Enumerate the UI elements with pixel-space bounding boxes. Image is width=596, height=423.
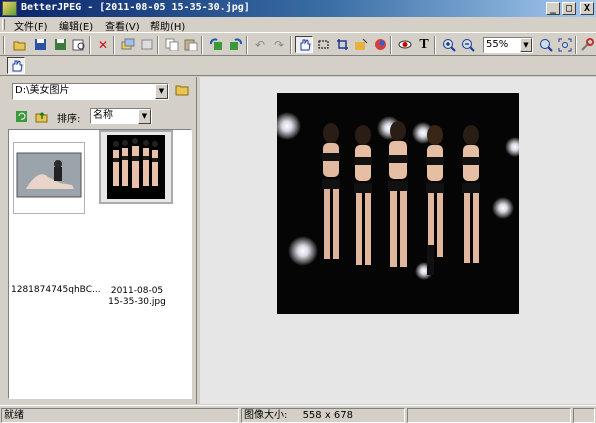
- select-tool-icon[interactable]: [314, 36, 332, 53]
- minimize-button[interactable]: _: [546, 2, 560, 15]
- fit-window-icon[interactable]: [556, 36, 574, 53]
- open-icon[interactable]: [11, 36, 29, 53]
- status-bar: 就绪 图像大小: 558 x 678: [0, 405, 596, 423]
- print-preview-icon[interactable]: [70, 36, 88, 53]
- maximize-button[interactable]: □: [562, 2, 576, 15]
- thumbnail-label-line2: 15-35-30.jpg: [108, 297, 166, 307]
- chevron-down-icon[interactable]: ▼: [520, 38, 532, 52]
- red-eye-icon[interactable]: [396, 36, 414, 53]
- sort-label: 排序:: [57, 114, 81, 125]
- menu-edit[interactable]: 编辑(E): [59, 18, 93, 33]
- browse-folder-icon[interactable]: [174, 83, 190, 98]
- crop-icon[interactable]: [333, 36, 351, 53]
- zoom-in-icon[interactable]: [440, 36, 458, 53]
- status-empty: [407, 408, 571, 423]
- undo-icon[interactable]: ↶: [251, 36, 269, 53]
- status-ready: 就绪: [1, 408, 239, 423]
- folder-path-combo[interactable]: D:\美女图片 ▼: [12, 83, 169, 100]
- save-as-icon[interactable]: [51, 36, 69, 53]
- secondary-toolbar: [0, 56, 596, 76]
- settings-icon[interactable]: [578, 36, 596, 53]
- copy-icon[interactable]: [163, 36, 181, 53]
- main-image[interactable]: [277, 93, 519, 314]
- rotate-left-icon[interactable]: [207, 36, 225, 53]
- sort-row: 排序: 名称 ▼: [10, 107, 190, 127]
- sort-select[interactable]: 名称 ▼: [90, 108, 152, 124]
- zoom-out-icon[interactable]: [459, 36, 477, 53]
- chevron-down-icon[interactable]: ▼: [138, 109, 151, 124]
- thumbnail-list[interactable]: 1281874745qhBC... 2011-08-05 15-35-30.jp…: [8, 129, 192, 399]
- thumbnail-image: [16, 152, 82, 198]
- paste-icon[interactable]: [182, 36, 200, 53]
- thumbnail-label: 1281874745qhBC...: [11, 285, 101, 295]
- redo-icon[interactable]: ↷: [270, 36, 288, 53]
- rotate-right-icon[interactable]: [227, 36, 245, 53]
- close-button[interactable]: X: [580, 2, 594, 15]
- menu-help[interactable]: 帮助(H): [150, 18, 185, 33]
- zoom-value: 55%: [486, 39, 509, 50]
- delete-icon[interactable]: ✕: [94, 36, 112, 53]
- refresh-icon[interactable]: [12, 108, 30, 125]
- image-size-value: 558 x 678: [302, 410, 354, 421]
- save-icon[interactable]: [31, 36, 49, 53]
- hand-tool-icon[interactable]: [7, 57, 25, 74]
- batch-icon[interactable]: [119, 36, 137, 53]
- thumbnail-image: [107, 135, 165, 199]
- thumbnail-item-selected[interactable]: [99, 130, 173, 204]
- window-title: BetterJPEG - [2011-08-05 15-35-30.jpg]: [21, 2, 250, 13]
- zoom-select[interactable]: 55% ▼: [483, 37, 533, 53]
- thumbnail-label-line1: 2011-08-05: [110, 286, 164, 296]
- image-viewer[interactable]: [200, 77, 596, 404]
- copy-settings-icon[interactable]: [138, 36, 156, 53]
- thumbnail-item[interactable]: [13, 142, 85, 214]
- up-folder-icon[interactable]: [32, 108, 50, 125]
- menu-bar: 文件(F) 编辑(E) 查看(V) 帮助(H): [0, 17, 596, 33]
- main-toolbar: ✕ ↶ ↷ T 55% ▼: [0, 32, 596, 56]
- zoom-fit-icon[interactable]: [537, 36, 555, 53]
- hand-tool-icon[interactable]: [295, 36, 313, 53]
- color-icon[interactable]: [371, 36, 389, 53]
- app-icon: [2, 1, 17, 16]
- status-image-size: 图像大小: 558 x 678: [241, 408, 405, 423]
- file-browser-pane: D:\美女图片 ▼ 排序: 名称 ▼ 1281874745qhBC... 201…: [0, 77, 197, 404]
- menu-view[interactable]: 查看(V): [105, 18, 140, 33]
- enhance-icon[interactable]: [352, 36, 370, 53]
- title-bar: BetterJPEG - [2011-08-05 15-35-30.jpg] _…: [0, 0, 596, 17]
- image-size-label: 图像大小:: [244, 410, 288, 421]
- chevron-down-icon[interactable]: ▼: [155, 84, 168, 99]
- sort-value: 名称: [93, 110, 113, 121]
- menu-file[interactable]: 文件(F): [14, 18, 48, 33]
- menu-grip: [2, 19, 5, 30]
- folder-path: D:\美女图片: [15, 85, 70, 96]
- resize-grip[interactable]: [573, 408, 595, 423]
- text-icon[interactable]: T: [415, 36, 433, 53]
